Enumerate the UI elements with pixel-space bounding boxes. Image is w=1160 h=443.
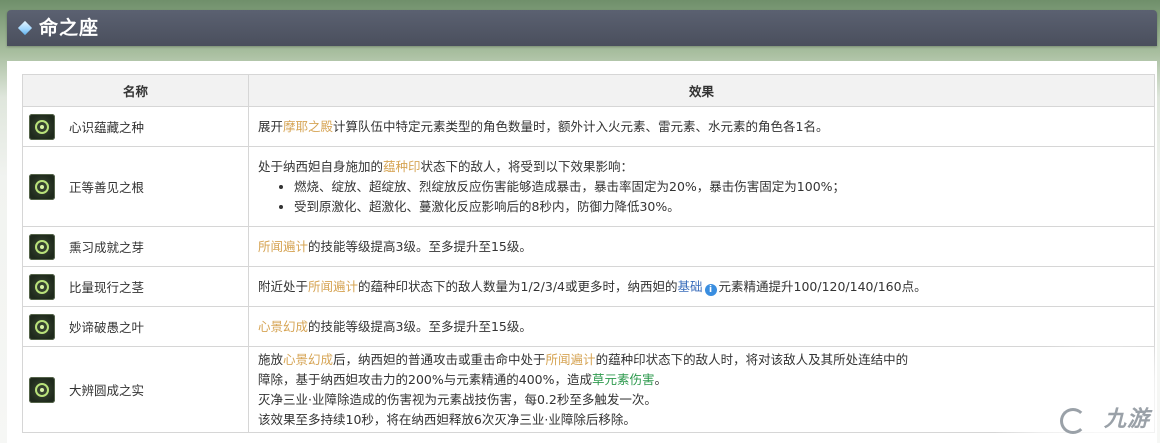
table-row: 比量现行之茎 附近处于所闻遍计的蕴种印状态下的敌人数量为1/2/3/4或更多时，纳… — [22, 266, 1155, 307]
table-header-row: 名称 效果 — [22, 74, 1155, 107]
effect-text: 的蕴种印状态下的敌人时，将对该敌人及其所处连结中的 — [595, 351, 909, 367]
keyword-link[interactable]: 基础 — [677, 279, 702, 294]
effect-text: 附近处于 — [258, 278, 309, 294]
diamond-icon — [17, 20, 33, 36]
effect-text: 元素精通提升100/120/140/160点。 — [718, 278, 927, 294]
effect-text: 灭净三业·业障除造成的伤害视为元素战技伤害，每0.2秒至多触发一次。 — [258, 391, 657, 407]
brand-logo-icon — [1060, 408, 1086, 434]
constellation-sprout-icon — [29, 233, 55, 260]
constellation-name-cell: 比量现行之茎 — [22, 266, 249, 307]
constellation-name: 妙谛破愚之叶 — [69, 320, 145, 335]
section-header: 命之座 — [7, 10, 1157, 46]
table-row: 熏习成就之芽 所闻遍计的技能等级提高3级。至多提升至15级。 — [22, 226, 1155, 267]
constellation-name-cell: 大辨圆成之实 — [22, 346, 249, 433]
keyword-link[interactable]: 所闻遍计 — [308, 279, 358, 294]
effect-text: 状态下的敌人，将受到以下效果影响： — [420, 158, 634, 174]
effect-text: 的技能等级提高3级。至多提升至15级。 — [308, 238, 532, 254]
list-item: 燃烧、绽放、超绽放、烈绽放反应伤害能够造成暴击，暴击率固定为20%，暴击伤害固定… — [294, 177, 1144, 197]
effect-text: 障除，基于纳西妲攻击力的200%与元素精通的400%，造成 — [258, 371, 592, 387]
constellation-stem-icon — [29, 273, 55, 300]
keyword-link[interactable]: 摩耶之殿 — [283, 119, 333, 134]
constellation-name-cell: 熏习成就之芽 — [22, 226, 249, 267]
effect-text: 计算队伍中特定元素类型的角色数量时，额外计入火元素、雷元素、水元素的角色各1名。 — [333, 118, 829, 134]
effect-text: 后，纳西妲的普通攻击或重击命中处于 — [333, 351, 546, 367]
table-row: 大辨圆成之实 施放心景幻成后，纳西妲的普通攻击或重击命中处于所闻遍计的蕴种印状态下… — [22, 346, 1155, 433]
list-item: 受到原激化、超激化、蔓激化反应影响后的8秒内，防御力降低30%。 — [294, 197, 1144, 217]
constellation-effect-cell: 展开摩耶之殿计算队伍中特定元素类型的角色数量时，额外计入火元素、雷元素、水元素的… — [248, 106, 1155, 147]
effect-bullet-list: 燃烧、绽放、超绽放、烈绽放反应伤害能够造成暴击，暴击率固定为20%，暴击伤害固定… — [258, 177, 1144, 217]
effect-text: 展开 — [258, 118, 284, 134]
constellation-effect-cell: 处于纳西妲自身施加的蕴种印状态下的敌人，将受到以下效果影响： 燃烧、绽放、超绽放、… — [248, 146, 1155, 227]
constellation-table: 名称 效果 心识蕴藏之种 展开摩耶之殿计算队伍中特定元素类型的角色数量时，额外计入… — [22, 74, 1155, 433]
constellation-effect-cell: 附近处于所闻遍计的蕴种印状态下的敌人数量为1/2/3/4或更多时，纳西妲的基础 i… — [248, 266, 1155, 307]
constellation-name-cell: 正等善见之根 — [22, 146, 249, 227]
keyword-link[interactable]: 草元素伤害 — [592, 372, 655, 387]
keyword-link[interactable]: 所闻遍计 — [258, 239, 308, 254]
site-watermark: 九游 — [996, 339, 1156, 439]
keyword-link[interactable]: 所闻遍计 — [546, 352, 596, 367]
constellation-fruit-icon — [29, 376, 55, 403]
effect-text: 该效果至多持续10秒，将在纳西妲释放6次灭净三业·业障除后移除。 — [258, 411, 636, 427]
watermark-brand: 九游 — [1103, 407, 1150, 432]
constellation-name: 比量现行之茎 — [69, 280, 145, 295]
table-row: 正等善见之根 处于纳西妲自身施加的蕴种印状态下的敌人，将受到以下效果影响： 燃烧、绽… — [22, 146, 1155, 227]
effect-text: 的技能等级提高3级。至多提升至15级。 — [308, 318, 532, 334]
column-header-name: 名称 — [22, 74, 249, 107]
constellation-name-cell: 妙谛破愚之叶 — [22, 306, 249, 347]
table-row: 妙谛破愚之叶 心景幻成的技能等级提高3级。至多提升至15级。 — [22, 306, 1155, 347]
constellation-leaf-icon — [29, 313, 55, 340]
content-panel: 名称 效果 心识蕴藏之种 展开摩耶之殿计算队伍中特定元素类型的角色数量时，额外计入… — [7, 61, 1157, 443]
keyword-link[interactable]: 心景幻成 — [258, 319, 308, 334]
effect-text: 处于纳西妲自身施加的 — [258, 158, 384, 174]
effect-text: 的蕴种印状态下的敌人数量为1/2/3/4或更多时，纳西妲的 — [358, 278, 678, 294]
section-title: 命之座 — [39, 17, 100, 39]
effect-text: 。 — [654, 371, 668, 387]
table-row: 心识蕴藏之种 展开摩耶之殿计算队伍中特定元素类型的角色数量时，额外计入火元素、雷元… — [22, 106, 1155, 147]
constellation-name: 心识蕴藏之种 — [69, 120, 145, 135]
constellation-effect-cell: 所闻遍计的技能等级提高3级。至多提升至15级。 — [248, 226, 1155, 267]
constellation-root-icon — [29, 173, 55, 200]
keyword-link[interactable]: 蕴种印 — [383, 159, 421, 174]
constellation-name: 熏习成就之芽 — [69, 240, 145, 255]
effect-text: 施放 — [258, 351, 284, 367]
constellation-name-cell: 心识蕴藏之种 — [22, 106, 249, 147]
column-header-effect: 效果 — [248, 74, 1155, 107]
constellation-seed-icon — [29, 113, 55, 140]
keyword-link[interactable]: 心景幻成 — [283, 352, 333, 367]
constellation-name: 大辨圆成之实 — [69, 383, 145, 398]
info-icon[interactable]: i — [704, 283, 717, 296]
constellation-name: 正等善见之根 — [69, 180, 145, 195]
